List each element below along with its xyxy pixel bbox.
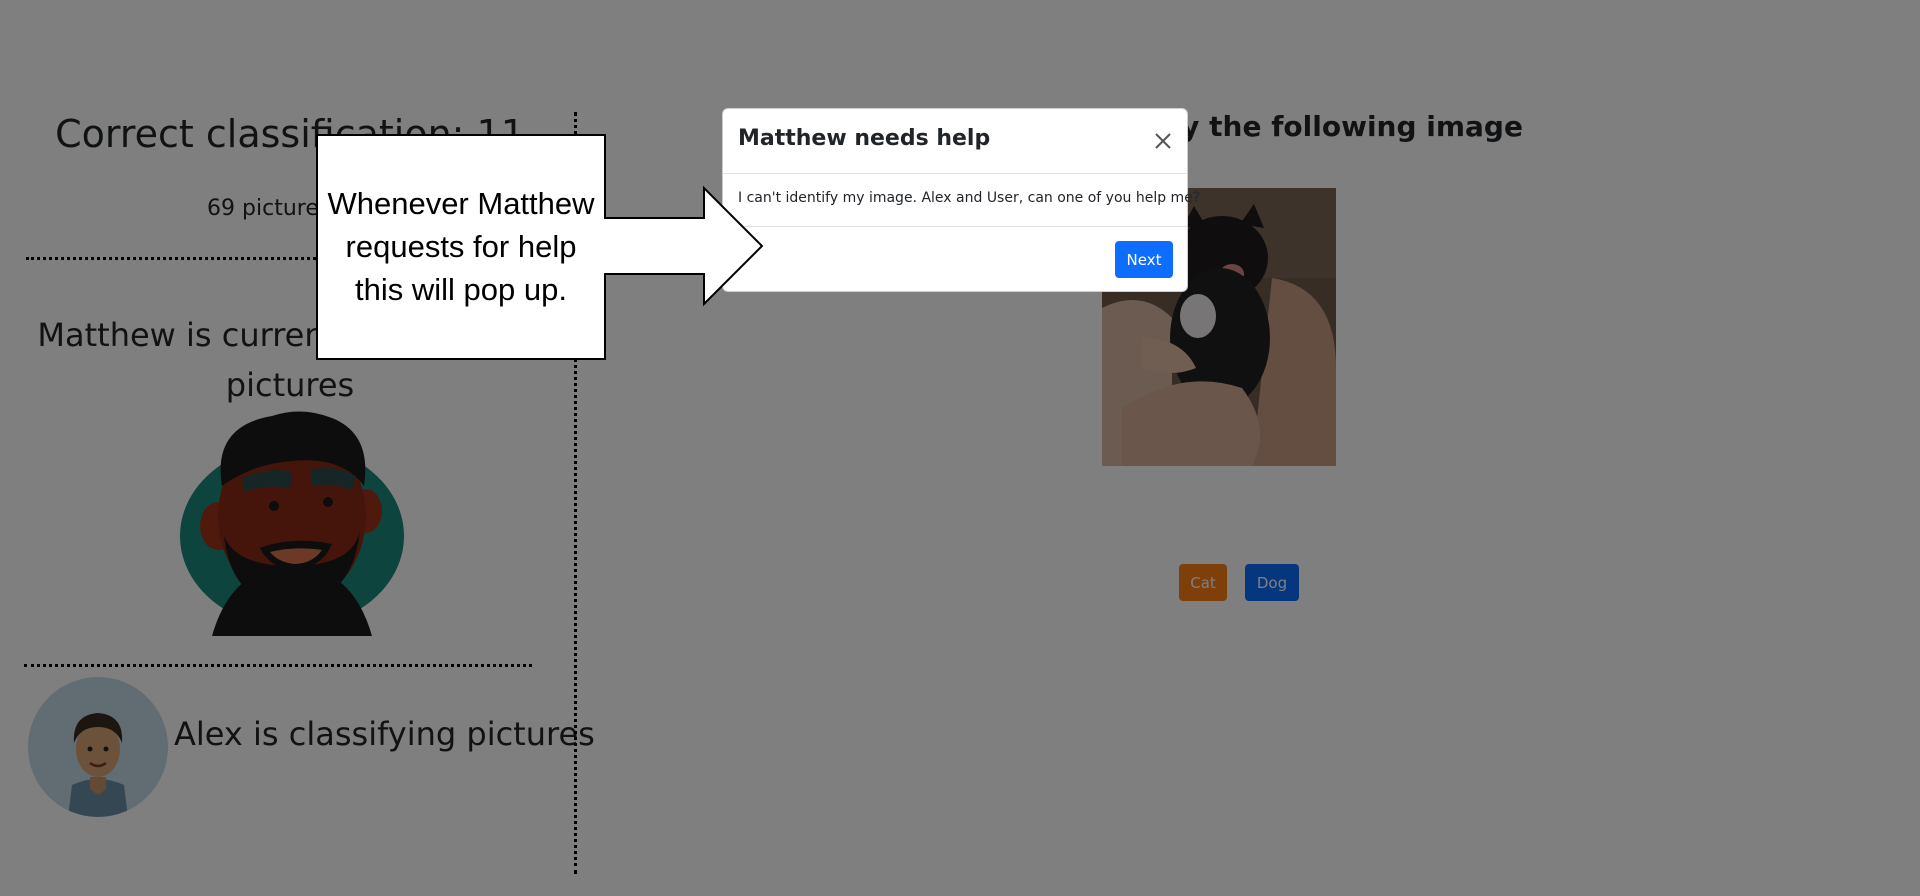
callout-text: Whenever Matthew requests for help this …: [327, 185, 595, 307]
help-request-modal: Matthew needs help I can't identify my i…: [722, 108, 1200, 293]
modal-footer: Next: [723, 227, 1187, 293]
modal-message: I can't identify my image. Alex and User…: [738, 190, 1201, 206]
close-button[interactable]: [1151, 129, 1175, 153]
close-icon: [1155, 133, 1171, 149]
next-button[interactable]: Next: [1115, 241, 1173, 278]
modal-header: Matthew needs help: [723, 109, 1187, 174]
modal-body: I can't identify my image. Alex and User…: [723, 174, 1200, 227]
modal-title: Matthew needs help: [738, 126, 991, 151]
page: Correct classification: 11 69 pictures l…: [0, 0, 1920, 896]
